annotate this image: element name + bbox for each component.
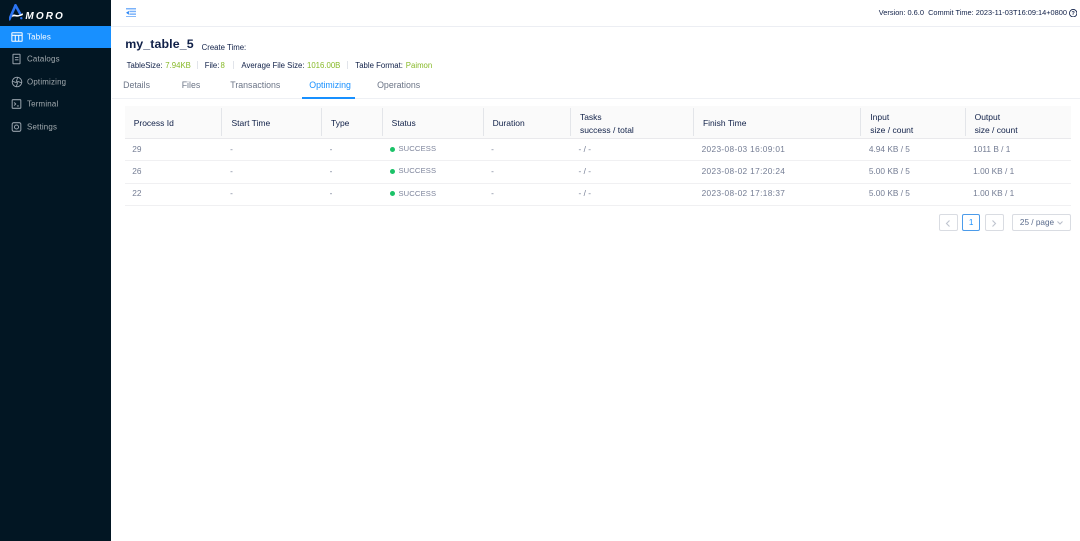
svg-text:?: ? [1071, 11, 1074, 17]
svg-text:MORO: MORO [25, 11, 65, 22]
